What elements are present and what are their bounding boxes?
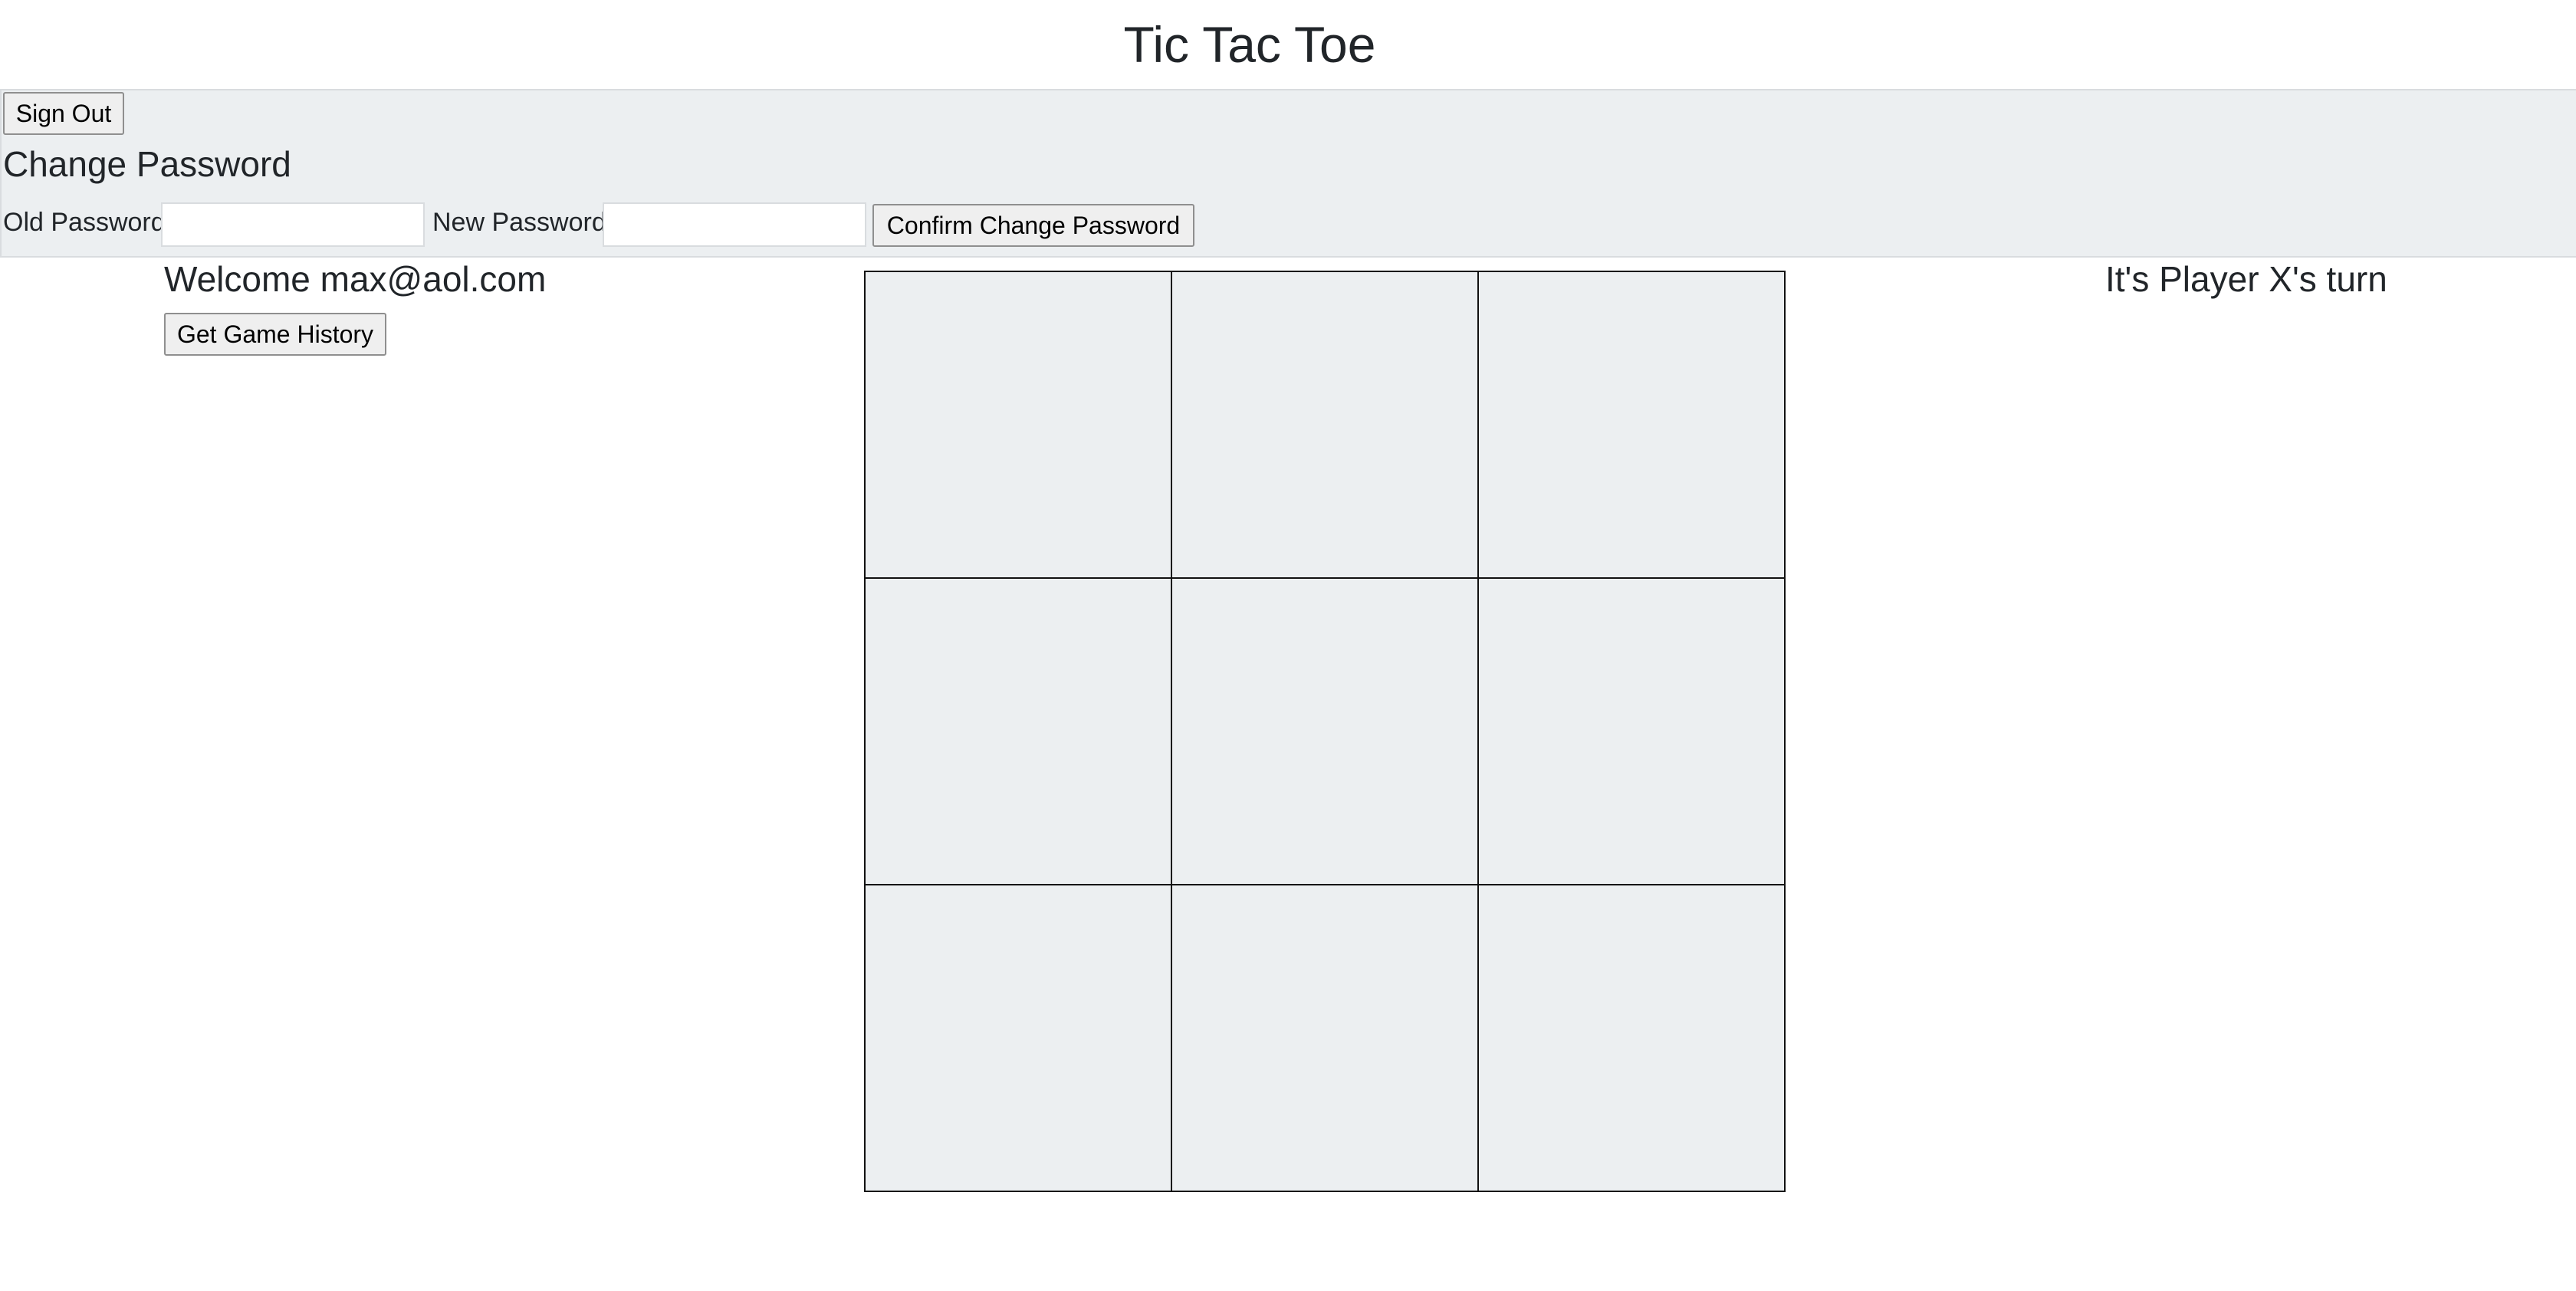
- board-cell-0[interactable]: [864, 271, 1172, 579]
- turn-status: It's Player X's turn: [2105, 259, 2387, 299]
- old-password-input[interactable]: [161, 202, 425, 247]
- get-game-history-button[interactable]: Get Game History: [164, 313, 386, 356]
- board-cell-7[interactable]: [1171, 884, 1479, 1192]
- board-cell-5[interactable]: [1477, 577, 1786, 885]
- sign-out-button[interactable]: Sign Out: [3, 92, 124, 135]
- game-board: [864, 271, 1786, 1193]
- change-password-heading: Change Password: [3, 144, 291, 184]
- new-password-label: New Password: [432, 208, 606, 237]
- board-cell-2[interactable]: [1477, 271, 1786, 579]
- new-password-input[interactable]: [603, 202, 866, 247]
- account-panel: Sign Out Change Password Old Password Ne…: [0, 89, 2576, 258]
- board-cell-4[interactable]: [1171, 577, 1479, 885]
- page-title: Tic Tac Toe: [1123, 16, 1376, 73]
- board-cell-6[interactable]: [864, 884, 1172, 1192]
- board-cell-3[interactable]: [864, 577, 1172, 885]
- old-password-label: Old Password: [3, 208, 166, 237]
- board-cell-1[interactable]: [1171, 271, 1479, 579]
- board-cell-8[interactable]: [1477, 884, 1786, 1192]
- confirm-change-password-button[interactable]: Confirm Change Password: [872, 204, 1194, 247]
- welcome-message: Welcome max@aol.com: [164, 259, 547, 299]
